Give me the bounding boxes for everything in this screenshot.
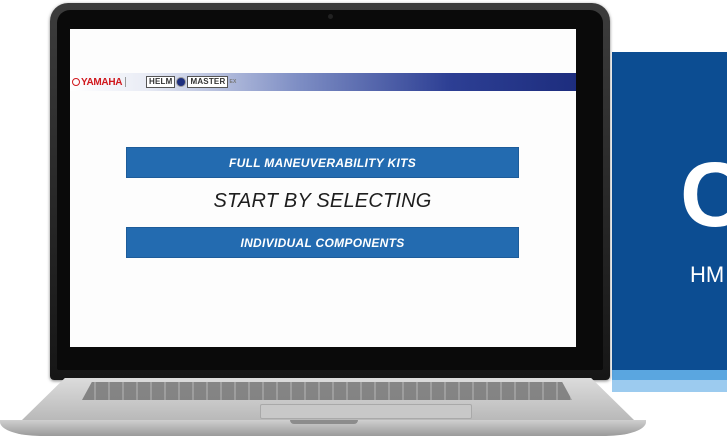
camera-icon (328, 14, 333, 19)
start-prompt: START BY SELECTING (213, 190, 432, 212)
laptop-screen: YAMAHA HELM MASTER EX FULL MANEUVERABILI… (70, 29, 576, 347)
keyboard (82, 382, 572, 400)
yamaha-logo-text: YAMAHA (81, 76, 123, 88)
yamaha-logo-icon (72, 78, 80, 86)
helm-logo-suffix: EX (229, 79, 237, 85)
logo-divider (125, 77, 127, 87)
helm-master-logo: HELM MASTER EX (146, 76, 237, 88)
helm-logo-left: HELM (146, 76, 176, 88)
helm-logo-right: MASTER (187, 76, 229, 88)
trackpad (260, 404, 472, 419)
yamaha-logo: YAMAHA (72, 76, 129, 88)
laptop-base (0, 374, 727, 443)
full-maneuverability-kits-button[interactable]: FULL MANEUVERABILITY KITS (126, 147, 519, 178)
laptop-lid: YAMAHA HELM MASTER EX FULL MANEUVERABILI… (50, 3, 610, 380)
lid-notch (290, 420, 358, 424)
helm-master-dot-icon (176, 77, 187, 87)
promo-subheading: HM (690, 262, 725, 287)
promo-heading: C (680, 155, 727, 235)
individual-components-button[interactable]: INDIVIDUAL COMPONENTS (126, 227, 519, 258)
